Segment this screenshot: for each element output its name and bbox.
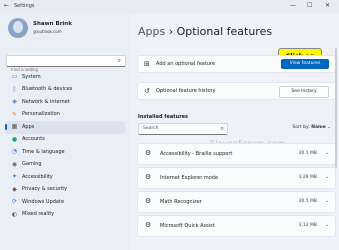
history-icon: ↺ xyxy=(144,87,150,95)
sidebar-item-personalization[interactable]: ✎ Personalization xyxy=(5,109,125,122)
feature-size: 30.1 MB xyxy=(298,151,317,156)
back-arrow-icon[interactable]: ← xyxy=(4,2,9,9)
sidebar-item-label: Accessibility xyxy=(22,173,53,180)
chevron-down-icon[interactable]: ⌄ xyxy=(325,174,329,180)
sidebar-item-label: Gaming xyxy=(22,161,42,167)
headset-icon: ◐ xyxy=(11,210,18,218)
gear-icon: ⚙ xyxy=(145,173,152,181)
minimize-button[interactable]: — xyxy=(290,2,296,9)
page-title: Optional features xyxy=(176,25,273,38)
user-email: @outlook.com xyxy=(33,29,62,34)
search-icon: ⌕ xyxy=(117,57,121,64)
history-label: Optional feature history xyxy=(156,88,216,94)
chevron-down-icon[interactable]: ⌄ xyxy=(325,198,329,204)
sort-by-dropdown[interactable]: Sort by: Name ⌄ xyxy=(292,125,331,130)
gear-icon: ⚙ xyxy=(145,197,152,205)
feature-name: Internet Explorer mode xyxy=(160,175,219,181)
window-title: Settings xyxy=(14,3,35,9)
sidebar-item-apps[interactable]: ▦ Apps xyxy=(5,121,125,134)
sidebar-item-system[interactable]: ▭ System xyxy=(5,71,125,84)
controller-icon: ◉ xyxy=(11,160,18,168)
sidebar-item-label: Mixed reality xyxy=(22,211,55,217)
monitor-icon: ▭ xyxy=(11,73,18,80)
add-feature-icon: ⊞ xyxy=(144,60,150,68)
main-content: Apps › Optional features Click on ⊞ Add … xyxy=(130,13,339,250)
close-button[interactable]: ✕ xyxy=(325,2,330,9)
sidebar-item-label: Privacy & security xyxy=(22,186,68,192)
settings-window: ← Settings — ☐ ✕ Shawn Brink @outlook.co… xyxy=(0,0,339,250)
sidebar-item-label: Time & language xyxy=(22,148,65,155)
gear-icon: ⚙ xyxy=(145,149,152,157)
sidebar-item-bluetooth-devices[interactable]: ᛒ Bluetooth & devices xyxy=(5,84,125,97)
brush-icon: ✎ xyxy=(11,110,18,118)
sidebar-item-mixed-reality[interactable]: ◐ Mixed reality xyxy=(5,209,125,222)
sidebar-item-label: Personalization xyxy=(22,111,60,117)
breadcrumb: Apps › Optional features xyxy=(138,25,272,38)
avatar[interactable] xyxy=(8,18,28,38)
user-name: Shawn Brink xyxy=(33,21,72,27)
feature-row[interactable]: ⚙ Internet Explorer mode 3.28 MB ⌄ xyxy=(137,167,336,189)
title-bar: ← Settings — ☐ ✕ xyxy=(0,0,339,13)
view-features-button[interactable]: View features xyxy=(281,59,329,69)
add-feature-card: ⊞ Add an optional feature View features xyxy=(137,55,336,73)
sidebar-nav: ▭ System ᛒ Bluetooth & devices ◈ Network & in… xyxy=(0,71,130,221)
sidebar-item-accounts[interactable]: ● Accounts xyxy=(5,134,125,147)
breadcrumb-apps[interactable]: Apps xyxy=(138,25,165,38)
sidebar-item-time-language[interactable]: ◔ Time & language xyxy=(5,146,125,159)
feature-row[interactable]: ⚙ Math Recognizer 30.5 MB ⌄ xyxy=(137,191,336,213)
sidebar-item-network-internet[interactable]: ◈ Network & internet xyxy=(5,96,125,109)
feature-row[interactable]: ⚙ Microsoft Quick Assist 3.12 MB ⌄ xyxy=(137,215,336,237)
add-feature-label: Add an optional feature xyxy=(156,61,215,67)
installed-search[interactable]: Search ⌕ xyxy=(138,123,228,135)
see-history-button[interactable]: See history xyxy=(279,86,329,98)
feature-name: Math Recognizer xyxy=(160,199,202,205)
feature-size: 3.12 MB xyxy=(298,223,317,228)
sidebar-item-windows-update[interactable]: ⟳ Windows Update xyxy=(5,196,125,209)
installed-features-heading: Installed features xyxy=(138,114,189,120)
settings-search[interactable]: ⌕ xyxy=(6,55,126,75)
sidebar-item-gaming[interactable]: ◉ Gaming xyxy=(5,159,125,172)
feature-size: 30.5 MB xyxy=(298,199,317,204)
feature-history-card: ↺ Optional feature history See history xyxy=(137,82,336,100)
search-icon: ⌕ xyxy=(220,125,224,132)
sidebar-item-label: System xyxy=(22,73,41,80)
sort-by-label: Sort by: xyxy=(292,125,310,130)
chevron-down-icon[interactable]: ⌄ xyxy=(325,150,329,156)
shield-icon: ◆ xyxy=(12,185,17,193)
chevron-down-icon: ⌄ xyxy=(327,125,331,130)
bluetooth-icon: ᛒ xyxy=(12,85,17,93)
sidebar-item-label: Accounts xyxy=(22,136,45,142)
installed-search-placeholder: Search xyxy=(143,126,159,131)
sort-by-value: Name xyxy=(311,125,326,130)
sidebar-item-label: Windows Update xyxy=(22,198,65,205)
sidebar-item-label: Bluetooth & devices xyxy=(22,86,73,92)
update-icon: ⟳ xyxy=(11,198,18,205)
apps-icon: ▦ xyxy=(11,123,18,130)
breadcrumb-separator: › xyxy=(168,25,174,38)
sidebar-item-label: Network & internet xyxy=(22,98,70,105)
sidebar-item-label: Apps xyxy=(22,123,35,130)
maximize-button[interactable]: ☐ xyxy=(307,2,312,9)
sidebar-item-privacy-security[interactable]: ◆ Privacy & security xyxy=(5,184,125,197)
sidebar-item-accessibility[interactable]: ✦ Accessibility xyxy=(5,171,125,184)
person-icon: ● xyxy=(11,135,18,143)
gear-icon: ⚙ xyxy=(145,221,152,229)
accessibility-icon: ✦ xyxy=(11,173,18,180)
feature-row[interactable]: ⚙ Accessibility - Braille support 30.1 MB ⌄ xyxy=(137,143,336,165)
globe-clock-icon: ◔ xyxy=(11,148,18,155)
feature-size: 3.28 MB xyxy=(298,175,317,180)
chevron-down-icon[interactable]: ⌄ xyxy=(325,222,329,228)
scrollbar[interactable] xyxy=(335,48,337,168)
sidebar: Shawn Brink @outlook.com ⌕ ▭ System ᛒ Bluet… xyxy=(0,13,130,250)
feature-name: Microsoft Quick Assist xyxy=(160,223,215,229)
wifi-icon: ◈ xyxy=(12,98,17,105)
feature-name: Accessibility - Braille support xyxy=(160,151,233,157)
